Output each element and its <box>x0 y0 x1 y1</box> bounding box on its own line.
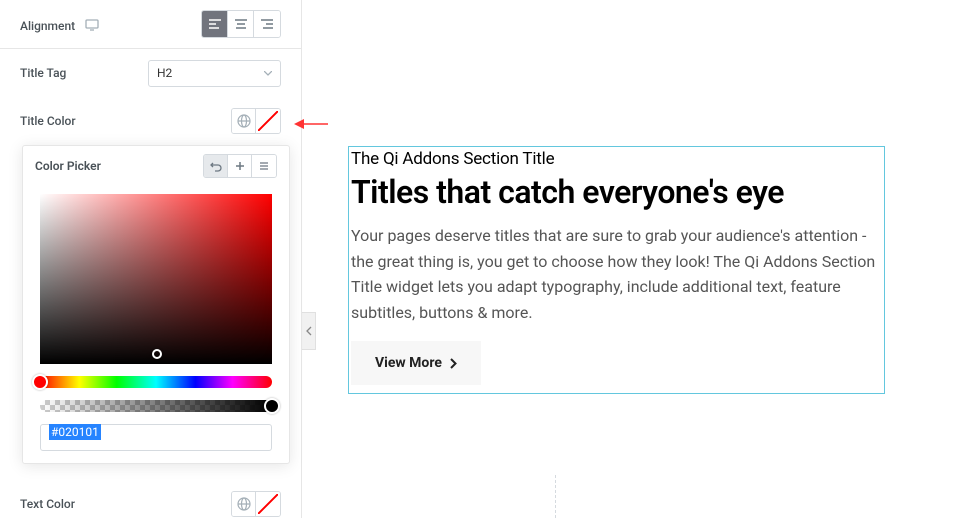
text-color-swatch[interactable] <box>256 492 280 516</box>
align-left-button[interactable] <box>202 11 228 37</box>
annotation-arrow-1 <box>294 116 328 132</box>
alpha-slider[interactable] <box>40 400 272 412</box>
saturation-handle[interactable] <box>152 349 162 359</box>
text-color-row: Text Color <box>0 480 301 528</box>
chevron-right-icon <box>450 358 457 369</box>
picker-tools <box>203 154 277 178</box>
title-color-row: Title Color <box>0 97 301 145</box>
section-divider <box>555 475 556 518</box>
collapse-handle[interactable] <box>302 312 316 350</box>
section-title: Titles that catch everyone's eye <box>351 173 882 211</box>
title-tag-label: Title Tag <box>20 66 66 80</box>
text-color-label: Text Color <box>20 497 75 511</box>
text-color-control <box>231 491 281 517</box>
undo-icon <box>210 160 222 172</box>
picker-title: Color Picker <box>35 159 101 173</box>
clear-button[interactable] <box>252 155 276 177</box>
global-color-button[interactable] <box>232 109 256 133</box>
view-more-button[interactable]: View More <box>351 341 481 385</box>
align-right-button[interactable] <box>254 11 280 37</box>
title-tag-row: Title Tag H2 <box>0 49 301 97</box>
add-button[interactable] <box>228 155 252 177</box>
alignment-button-group <box>201 10 281 38</box>
clear-icon <box>258 160 270 172</box>
hue-handle[interactable] <box>32 374 48 390</box>
alignment-row: Alignment <box>0 0 301 48</box>
alpha-handle[interactable] <box>264 398 280 414</box>
title-color-label: Title Color <box>20 114 76 128</box>
align-center-button[interactable] <box>228 11 254 37</box>
no-color-swatch <box>258 494 278 514</box>
title-color-control <box>231 108 281 134</box>
saturation-field[interactable] <box>40 194 272 364</box>
preview-canvas[interactable]: The Qi Addons Section Title Titles that … <box>348 146 885 394</box>
section-description: Your pages deserve titles that are sure … <box>351 223 882 325</box>
globe-icon <box>237 497 251 511</box>
global-color-button[interactable] <box>232 492 256 516</box>
chevron-left-icon <box>306 326 312 336</box>
picker-header: Color Picker <box>23 146 289 186</box>
alignment-label: Alignment <box>20 19 75 33</box>
undo-button[interactable] <box>204 155 228 177</box>
title-color-swatch[interactable] <box>256 109 280 133</box>
device-desktop-icon[interactable] <box>85 19 99 31</box>
view-more-label: View More <box>375 355 442 371</box>
title-tag-value: H2 <box>157 66 172 80</box>
hex-value: #020101 <box>49 424 101 440</box>
plus-icon <box>234 160 246 172</box>
no-color-swatch <box>258 111 278 131</box>
hue-slider[interactable] <box>40 376 272 388</box>
section-subtitle: The Qi Addons Section Title <box>351 149 882 169</box>
title-tag-dropdown[interactable]: H2 <box>148 60 281 87</box>
picker-body: #020101 <box>23 186 289 463</box>
chevron-down-icon <box>264 71 272 76</box>
globe-icon <box>237 114 251 128</box>
hex-input[interactable]: #020101 <box>40 424 272 451</box>
color-picker-popover: Color Picker #020101 <box>22 145 290 464</box>
